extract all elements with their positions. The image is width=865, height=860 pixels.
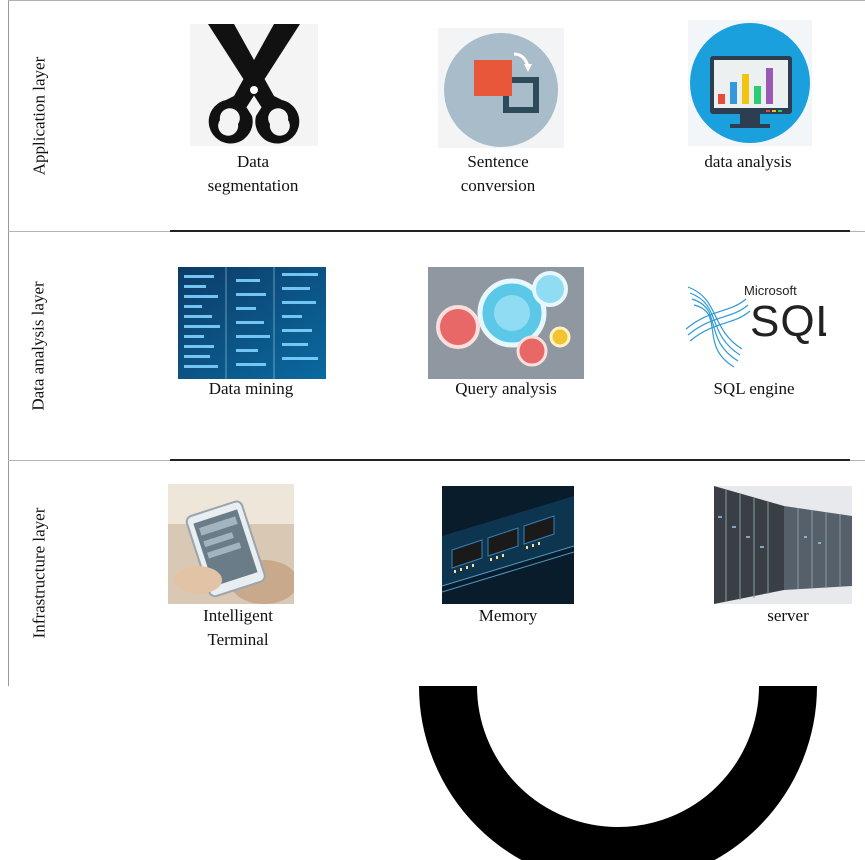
data-segmentation-item: Data segmentation	[188, 18, 328, 218]
data-analysis-item: data analysis	[678, 18, 818, 218]
item-label: Memory	[478, 606, 538, 625]
server-room-image	[714, 486, 852, 604]
query-bubbles-image	[428, 267, 584, 379]
layer-title: Infrastructure layer	[29, 507, 49, 639]
logo-text-sql: SQL	[750, 297, 826, 346]
intelligent-terminal-item: Intelligent Terminal	[168, 484, 318, 684]
monitor-bar-chart-icon	[688, 20, 812, 146]
tablet-hand-image	[168, 484, 294, 604]
query-analysis-item: Query analysis	[428, 267, 588, 417]
sentence-conversion-item: Sentence conversion	[433, 18, 573, 218]
microsoft-sql-logo: Microsoft SQL	[680, 269, 826, 377]
item-label: Data mining	[208, 379, 294, 398]
item-label: data analysis	[704, 152, 792, 171]
item-label: Data segmentation	[207, 152, 299, 195]
application-layer: Application layer Data segmentation Sent…	[8, 0, 865, 231]
layer-title: Application layer	[29, 56, 48, 175]
item-label: server	[767, 606, 809, 625]
item-label: SQL engine	[713, 379, 795, 398]
memory-chip-image	[442, 486, 574, 604]
scissors-icon	[190, 24, 318, 146]
server-item: server	[708, 484, 858, 644]
memory-item: Memory	[428, 484, 588, 644]
infrastructure-layer: Infrastructure layer Intelligent Termina	[8, 460, 865, 686]
item-label: Sentence conversion	[460, 152, 536, 195]
data-mining-item: Data mining	[176, 267, 336, 417]
item-label: Query analysis	[455, 379, 557, 398]
logo-text-microsoft: Microsoft	[744, 283, 797, 298]
layer-title: Data analysis layer	[29, 280, 48, 411]
item-label: Intelligent Terminal	[203, 606, 273, 649]
data-mining-image	[178, 267, 326, 379]
transform-icon	[438, 28, 564, 148]
sql-engine-item: Microsoft SQL SQL engine	[676, 267, 836, 417]
data-analysis-layer: Data analysis layer Data mining Query an…	[8, 231, 865, 460]
